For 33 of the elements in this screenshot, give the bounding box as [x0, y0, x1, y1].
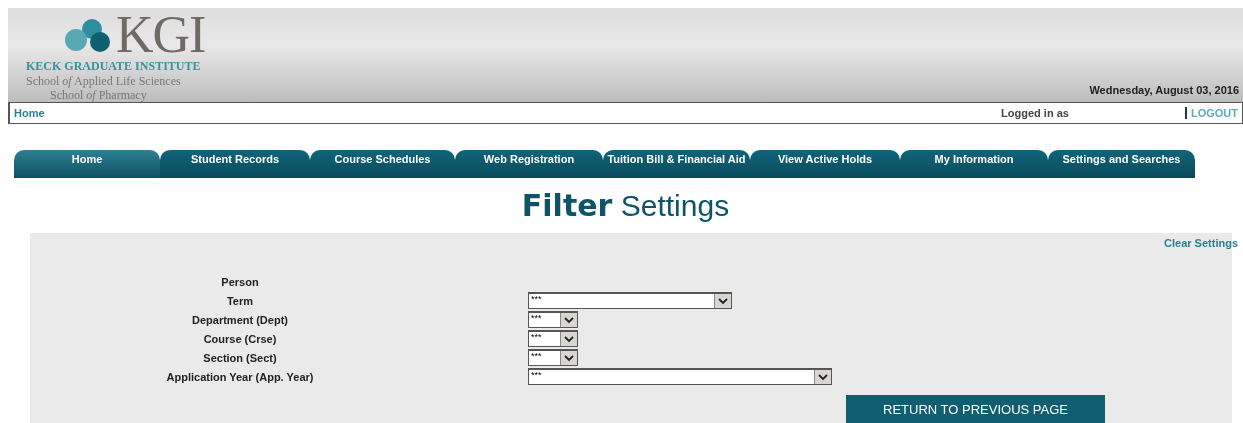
logo-text: KGI [116, 11, 206, 59]
field-label: Department (Dept) [191, 313, 289, 328]
caret-icon [814, 370, 831, 384]
field-label: Application Year (App. Year) [165, 370, 315, 385]
logged-in-label: Logged in as [1001, 107, 1069, 119]
institute-name: KECK GRADUATE INSTITUTE [26, 59, 201, 74]
caret-icon [560, 332, 577, 346]
caret-icon [560, 313, 577, 327]
field-label: Course (Crse) [202, 332, 278, 347]
caret-icon [714, 294, 731, 308]
page-title: Filter Settings [520, 188, 731, 223]
clear-settings-link[interactable]: Clear Settings [1164, 237, 1238, 249]
nav-tab[interactable]: Home [14, 150, 160, 178]
home-link[interactable]: Home [14, 107, 45, 119]
field-label: Term [225, 294, 255, 309]
field-label: Person [220, 275, 260, 290]
dropdown-field[interactable]: *** [528, 349, 578, 366]
nav-tab[interactable]: View Active Holds [750, 150, 900, 178]
dropdown-field[interactable]: *** [528, 330, 578, 347]
dropdown-field[interactable]: *** [528, 368, 832, 385]
caret-icon [560, 351, 577, 365]
nav-tab[interactable]: Settings and Searches [1048, 150, 1195, 178]
dropdown-field[interactable]: *** [528, 311, 578, 328]
nav-tab[interactable]: Course Schedules [310, 150, 455, 178]
nav-tab[interactable]: My Information [900, 150, 1048, 178]
nav-tab[interactable]: Tuition Bill & Financial Aid [603, 150, 750, 178]
current-date: Wednesday, August 03, 2016 [1089, 84, 1240, 98]
field-label: Section (Sect) [202, 351, 278, 366]
nav-tab[interactable]: Student Records [160, 150, 310, 178]
dropdown-field[interactable]: *** [528, 292, 732, 309]
school-name: School of Pharmacy [50, 88, 147, 102]
nav-tab[interactable]: Web Registration [455, 150, 603, 178]
return-button[interactable]: RETURN TO PREVIOUS PAGE [846, 395, 1105, 423]
